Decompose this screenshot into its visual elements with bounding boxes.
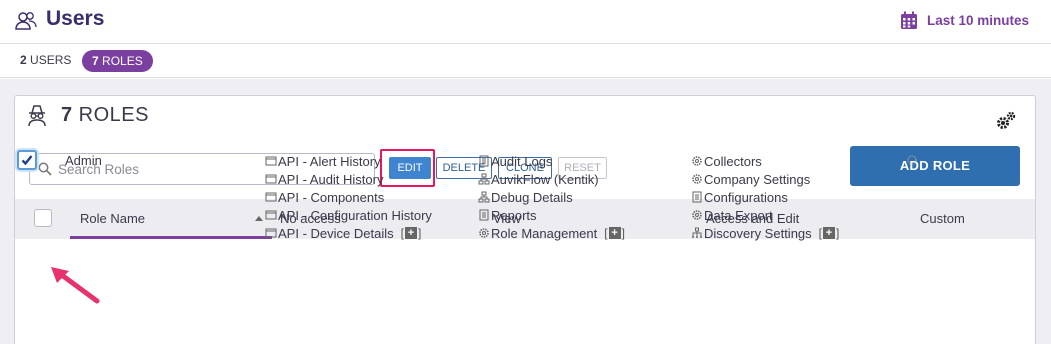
gear-icon [692,156,702,166]
plus-icon: + [608,227,621,239]
permission-item: Audit Logs [478,152,625,170]
permission-item: Discovery Settings [+] [691,224,839,242]
calendar-icon [900,11,917,29]
api-icon [265,192,277,202]
api-icon [265,156,277,166]
custom-gear-icon [907,155,917,165]
role-name[interactable]: Admin [65,153,102,168]
hierarchy-icon [692,227,702,238]
permission-label: API - Device Details [278,225,394,241]
permission-label: API - Audit History [278,171,384,187]
plus-icon: + [404,227,417,239]
expand-view-button[interactable]: [+] [604,226,625,240]
permission-item: API - Audit History [265,170,432,188]
column-role-name[interactable]: Role Name [80,211,145,226]
column-custom: Custom [920,211,965,226]
api-icon [265,228,277,238]
api-icon [265,210,277,220]
permission-label: API - Components [278,189,385,205]
page-title: Users [46,7,105,30]
gear-icon [692,174,702,184]
permission-item: Role Management [+] [478,224,625,242]
permission-item: Collectors [691,152,839,170]
permission-item: API - Alert History [265,152,432,170]
view-list: Audit Logs AuvikFlow (Kentik) Debug Deta… [478,152,625,242]
network-icon [478,191,490,203]
panel-title: 7 ROLES [61,104,149,127]
row-checkbox-admin[interactable] [17,150,37,170]
tab-roles-count: 7 [92,54,99,68]
expand-no-access-button[interactable]: [+] [401,226,422,240]
permission-label: Configurations [704,189,788,205]
users-icon [15,12,37,30]
permission-label: Reports [491,207,537,223]
permission-item: Data Export [691,206,839,224]
tab-users-label: USERS [30,53,72,67]
permission-label: Data Export [704,207,773,223]
permission-label: Role Management [491,225,598,241]
document-icon [479,155,489,167]
api-icon [265,174,277,184]
roles-count: 7 [61,104,73,126]
permission-label: API - Alert History [278,153,381,169]
sort-underline [70,236,272,239]
permission-item: Company Settings [691,170,839,188]
gear-icon [479,228,489,238]
permission-item: API - Device Details [+] [265,224,432,242]
access-edit-list: Collectors Company Settings Configuratio… [691,152,839,242]
permission-item: Configurations [691,188,839,206]
permission-item: Reports [478,206,625,224]
subtabs: 2 USERS 7 ROLES [0,45,1051,78]
document-icon [692,191,702,203]
permission-item: Debug Details [478,188,625,206]
plus-icon: + [823,227,835,239]
permission-label: Debug Details [491,189,573,205]
sort-ascending-icon[interactable] [255,216,263,221]
permission-label: Discovery Settings [704,225,812,241]
document-icon [479,209,489,221]
network-icon [478,173,490,185]
permission-label: AuvikFlow (Kentik) [491,171,599,187]
permission-item: AuvikFlow (Kentik) [478,170,625,188]
permission-item: API - Components [265,188,432,206]
spy-icon [28,105,46,127]
select-all-checkbox[interactable] [34,209,52,227]
time-range-label: Last 10 minutes [926,13,1029,28]
permission-label: API - Configuration History [278,207,432,223]
permission-label: Collectors [704,153,762,169]
top-bar: Users Last 10 minutes [0,0,1051,44]
tab-users-count: 2 [20,53,27,67]
tab-users[interactable]: 2 USERS [20,53,71,67]
time-range-selector[interactable]: Last 10 minutes [900,11,1029,30]
permission-item: API - Configuration History [265,206,432,224]
no-access-list: API - Alert History API - Audit History … [265,152,432,242]
add-role-button[interactable]: ADD ROLE [850,146,1020,186]
search-icon [38,162,52,176]
gear-icon [692,210,702,220]
permission-label: Audit Logs [491,153,553,169]
roles-title: ROLES [78,104,149,126]
permission-label: Company Settings [704,171,811,187]
tab-roles-label: ROLES [102,54,143,68]
expand-access-edit-button[interactable]: [+] [819,226,840,240]
tab-roles[interactable]: 7 ROLES [82,50,153,72]
checkmark-icon [21,155,33,166]
settings-gears-icon[interactable] [995,110,1017,132]
